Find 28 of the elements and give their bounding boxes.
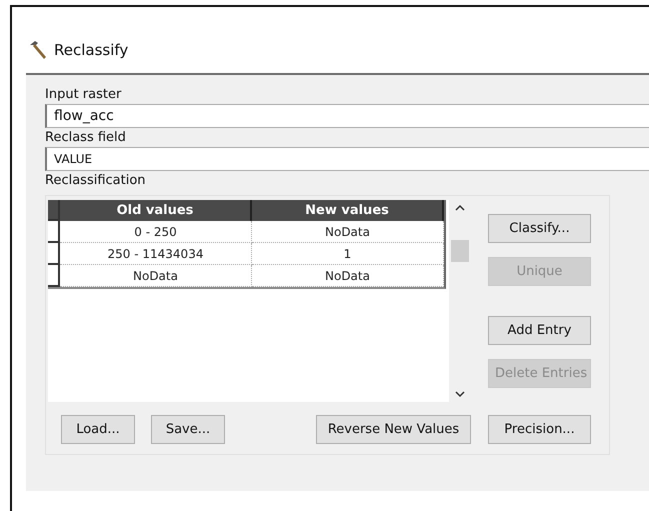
table-cell[interactable]: NoData [252,265,444,287]
table-cell[interactable]: 250 - 11434034 [60,243,252,265]
table-cell[interactable]: 1 [252,243,444,265]
button[interactable]: Precision... [488,415,591,444]
scroll-up-icon[interactable] [455,204,465,211]
row-header[interactable] [48,221,60,243]
row-header[interactable] [48,243,60,265]
button[interactable]: Reverse New Values [316,415,471,444]
scroll-down-icon[interactable] [455,391,465,398]
table-cell[interactable]: NoData [252,221,444,243]
corner-header [48,200,60,221]
section-label: Reclassification [45,173,147,189]
table-cell[interactable]: 0 - 250 [60,221,252,243]
column-header: New values [252,200,444,221]
button[interactable]: Save... [151,415,225,444]
button[interactable]: Load... [61,415,135,444]
table-cell[interactable]: NoData [60,265,252,287]
button[interactable]: Classify... [488,214,591,243]
input-field[interactable]: VALUE [45,147,649,171]
column-header: Old values [60,200,252,221]
hammer-icon [28,40,48,60]
row-header[interactable] [48,265,60,287]
button[interactable]: Add Entry [488,316,591,345]
field-label: Input raster [45,87,122,103]
field-label: Reclass field [45,130,127,146]
window-title: Reclassify [54,41,128,59]
scrollbar-thumb[interactable] [451,240,469,262]
input-field[interactable]: flow_acc [45,104,649,128]
